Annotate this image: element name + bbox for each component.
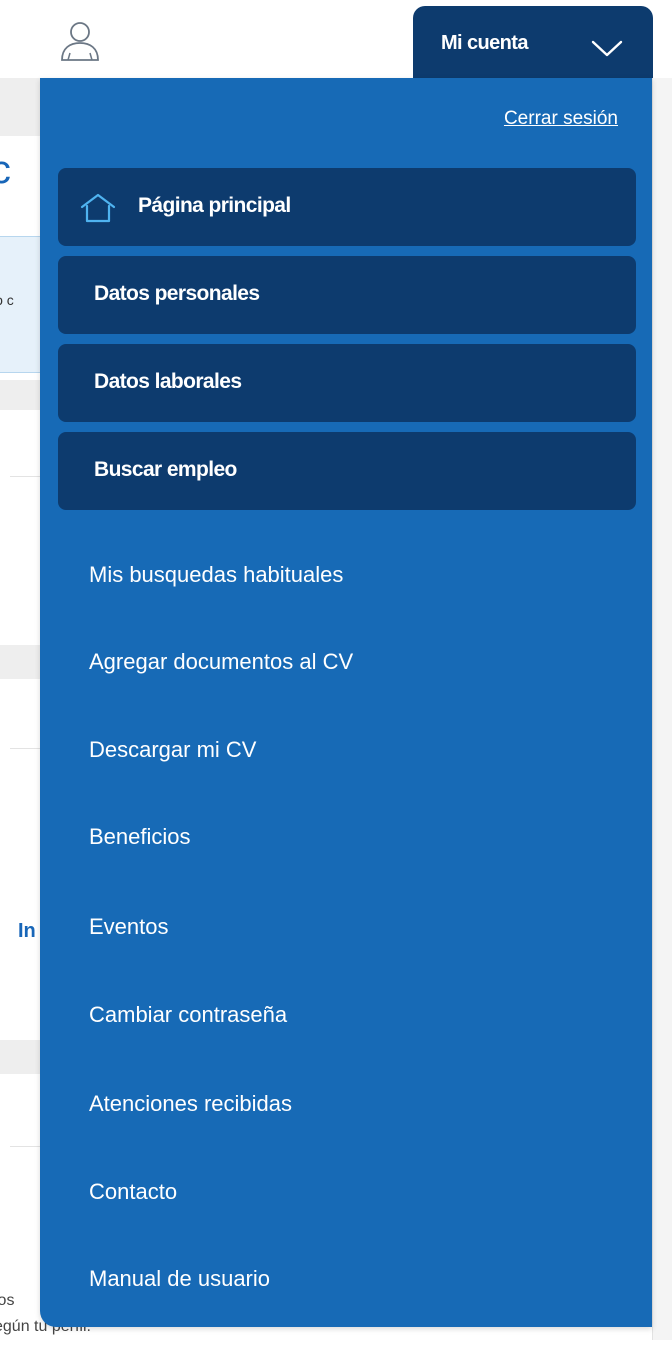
account-dropdown-panel: Cerrar sesión Página principal Datos per… (40, 78, 652, 1327)
background-heading-fragment: In (18, 920, 36, 942)
menu-item-datos-laborales[interactable]: Datos laborales (58, 344, 636, 422)
menu-item-label: Buscar empleo (94, 458, 237, 481)
home-icon (80, 192, 116, 224)
background-scroll-edge (652, 78, 672, 1340)
account-menu-toggle[interactable]: Mi cuenta (413, 6, 653, 78)
background-title-fragment: ic (0, 150, 11, 190)
menu-item-label: Datos laborales (94, 370, 242, 393)
background-text-line: ios (0, 1292, 15, 1309)
background-row (0, 380, 40, 410)
background-row (0, 1040, 40, 1074)
background-gray-bar (0, 78, 40, 136)
background-divider (10, 1146, 40, 1147)
account-menu-label: Mi cuenta (441, 32, 528, 54)
menu-link-atenciones-recibidas[interactable]: Atenciones recibidas (89, 1091, 292, 1117)
background-info-text: jo c (0, 292, 14, 308)
menu-link-beneficios[interactable]: Beneficios (89, 824, 191, 850)
menu-item-label: Página principal (138, 194, 291, 217)
user-icon[interactable] (58, 20, 102, 64)
menu-link-manual-usuario[interactable]: Manual de usuario (89, 1266, 270, 1292)
background-row (0, 645, 40, 679)
menu-link-mis-busquedas[interactable]: Mis busquedas habituales (89, 562, 343, 588)
menu-link-descargar-cv[interactable]: Descargar mi CV (89, 737, 256, 763)
account-header: Mi cuenta (40, 0, 653, 78)
menu-item-datos-personales[interactable]: Datos personales (58, 256, 636, 334)
background-divider (10, 748, 40, 749)
background-info-box: jo c (0, 236, 40, 373)
menu-item-buscar-empleo[interactable]: Buscar empleo (58, 432, 636, 510)
menu-item-home[interactable]: Página principal (58, 168, 636, 246)
chevron-down-icon (591, 40, 623, 58)
background-divider (10, 476, 40, 477)
menu-link-cambiar-contrasena[interactable]: Cambiar contraseña (89, 1002, 287, 1028)
menu-link-contacto[interactable]: Contacto (89, 1179, 177, 1205)
menu-item-label: Datos personales (94, 282, 260, 305)
logout-link[interactable]: Cerrar sesión (504, 108, 618, 130)
menu-link-agregar-documentos[interactable]: Agregar documentos al CV (89, 649, 353, 675)
menu-link-eventos[interactable]: Eventos (89, 914, 169, 940)
